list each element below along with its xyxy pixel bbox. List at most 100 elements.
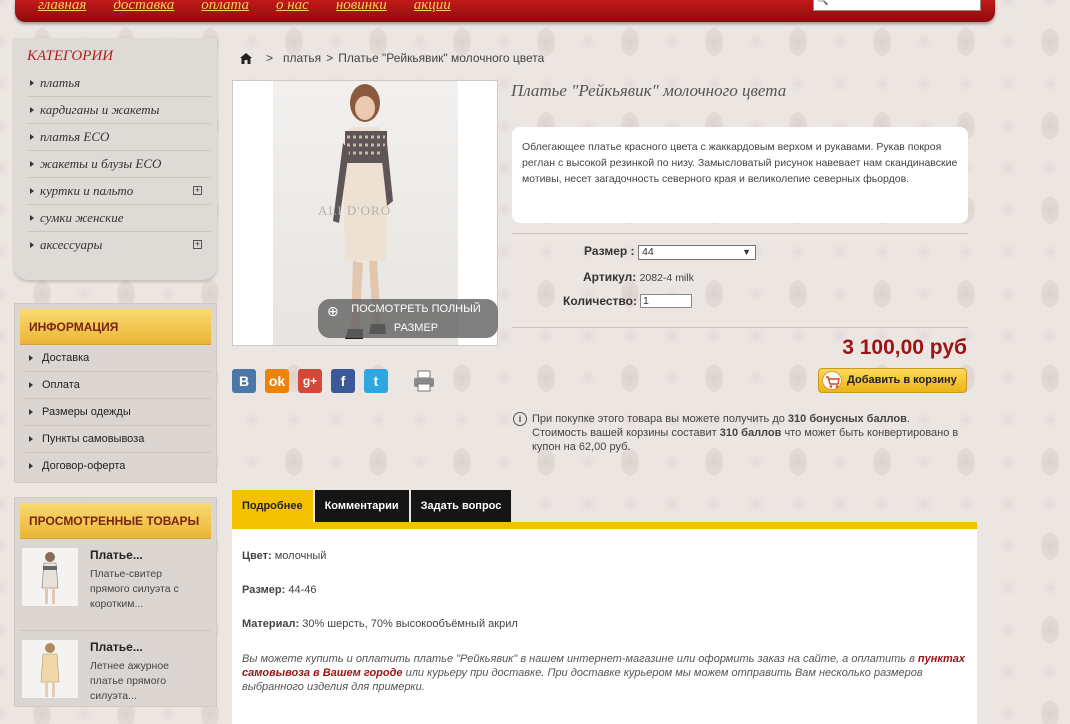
dropdown-arrow-icon: ▼	[742, 247, 751, 257]
product-title: Платье "Рейкьявик" молочного цвета	[511, 81, 787, 100]
expand-plus-icon[interactable]: +	[193, 186, 202, 195]
viewed-products-panel: ПРОСМОТРЕННЫЕ ТОВАРЫ Платье... Платье-св…	[14, 497, 217, 707]
detail-color-value: молочный	[271, 550, 327, 562]
detail-material: Материал: 30% шерсть, 70% высокообъёмный…	[242, 618, 967, 632]
sku-label-text: Артикул:	[583, 270, 637, 284]
category-label: кардиганы и жакеты	[40, 102, 160, 117]
breadcrumb-separator: >	[326, 51, 334, 65]
nav-new[interactable]: новинки	[336, 0, 387, 14]
nav-about[interactable]: о нас	[276, 0, 309, 14]
category-label: аксессуары	[40, 237, 103, 252]
category-item[interactable]: кардиганы и жакеты	[28, 97, 211, 124]
category-label: сумки женские	[40, 210, 124, 225]
category-label: платья ECO	[40, 129, 110, 144]
breadcrumb-separator: >	[266, 51, 274, 65]
info-link[interactable]: Доставка	[25, 345, 211, 372]
quantity-label: Количество:	[563, 294, 637, 308]
bonus-info: i При покупке этого товара вы можете пол…	[512, 412, 968, 454]
search-input[interactable]: 🔍	[813, 0, 981, 11]
category-item[interactable]: платья	[28, 70, 211, 97]
full-size-button[interactable]: ⊕ ПОСМОТРЕТЬ ПОЛНЫЙ РАЗМЕР	[318, 299, 498, 338]
nav-delivery[interactable]: доставка	[113, 0, 174, 14]
viewed-item-title[interactable]: Платье...	[90, 640, 143, 654]
sku-label: Артикул: 2082-4 milk	[583, 270, 694, 284]
home-icon[interactable]	[240, 52, 252, 64]
breadcrumb: > платья > Платье "Рейкьявик" молочного …	[240, 51, 544, 65]
viewed-item-title[interactable]: Платье...	[90, 548, 143, 562]
tab-comments[interactable]: Комментарии	[314, 490, 409, 522]
detail-material-label: Материал:	[242, 618, 300, 630]
viewed-thumbnail[interactable]	[21, 547, 79, 607]
product-tabs: Подробнее Комментарии Задать вопрос	[232, 490, 513, 522]
product-description: Облегающее платье красного цвета с жакка…	[512, 127, 968, 223]
category-label: куртки и пальто	[40, 183, 134, 198]
category-item[interactable]: аксессуары +	[28, 232, 211, 259]
detail-color-label: Цвет:	[242, 550, 272, 562]
info-panel: ИНФОРМАЦИЯ Доставка Оплата Размеры одежд…	[14, 303, 217, 483]
categories-panel: КАТЕГОРИИ платья кардиганы и жакеты плат…	[14, 38, 217, 280]
product-price: 3 100,00 руб	[842, 336, 967, 359]
add-to-cart-button[interactable]: Добавить в корзину	[818, 368, 967, 393]
breadcrumb-current: Платье "Рейкьявик" молочного цвета	[338, 51, 545, 65]
info-link[interactable]: Оплата	[25, 372, 211, 399]
category-label: жакеты и блузы ECO	[40, 156, 162, 171]
detail-size-value: 44-46	[285, 584, 317, 596]
viewed-title: ПРОСМОТРЕННЫЕ ТОВАРЫ	[20, 503, 211, 539]
tab-content: Цвет: молочный Размер: 44-46 Материал: 3…	[232, 529, 977, 724]
vk-share-icon[interactable]: B	[232, 369, 256, 393]
purchase-note: Вы можете купить и оплатить платье "Рейк…	[242, 652, 967, 694]
twitter-share-icon[interactable]: t	[364, 369, 388, 393]
sku-value: 2082-4 milk	[639, 272, 694, 284]
social-share: B ok g+ f t	[232, 369, 445, 393]
viewed-item[interactable]: Платье... Платье-свитер прямого силуэта …	[20, 547, 211, 631]
info-link[interactable]: Размеры одежды	[25, 399, 211, 426]
size-select-value: 44	[642, 246, 654, 258]
detail-color: Цвет: молочный	[242, 550, 967, 564]
search-icon[interactable]: 🔍	[816, 0, 828, 6]
category-item[interactable]: сумки женские	[28, 205, 211, 232]
quantity-input[interactable]: 1	[640, 294, 692, 308]
category-item[interactable]: платья ECO	[28, 124, 211, 151]
tab-details[interactable]: Подробнее	[232, 490, 313, 522]
viewed-item-desc: Платье-свитер прямого силуэта с коротким…	[90, 568, 179, 610]
bonus-text-1: При покупке этого товара вы можете получ…	[532, 413, 788, 425]
info-title: ИНФОРМАЦИЯ	[20, 309, 211, 345]
google-plus-share-icon[interactable]: g+	[298, 369, 322, 393]
top-nav-bar: главная доставка оплата о нас новинки ак…	[15, 0, 995, 22]
tab-ask-question[interactable]: Задать вопрос	[410, 490, 512, 522]
main-nav: главная доставка оплата о нас новинки ак…	[38, 0, 478, 14]
viewed-thumbnail[interactable]	[21, 639, 79, 699]
bonus-text-1-end: .	[906, 413, 910, 425]
info-icon: i	[513, 412, 527, 426]
bonus-text-2: Стоимость вашей корзины составит	[532, 427, 720, 439]
info-link[interactable]: Пункты самовывоза	[25, 426, 211, 453]
expand-plus-icon[interactable]: +	[193, 240, 202, 249]
detail-material-value: 30% шерсть, 70% высокообъёмный акрил	[299, 618, 518, 630]
nav-home[interactable]: главная	[38, 0, 86, 14]
category-item[interactable]: куртки и пальто +	[28, 178, 211, 205]
print-icon[interactable]	[412, 369, 436, 393]
nav-sales[interactable]: акции	[414, 0, 451, 14]
cart-icon	[822, 371, 842, 390]
viewed-item-desc: Летнее ажурное платье прямого силуэта...	[90, 660, 170, 702]
divider	[512, 327, 968, 328]
size-label: Размер :	[584, 244, 635, 258]
breadcrumb-category[interactable]: платья	[283, 51, 321, 65]
detail-size-label: Размер:	[242, 584, 286, 596]
facebook-share-icon[interactable]: f	[331, 369, 355, 393]
nav-payment[interactable]: оплата	[201, 0, 249, 14]
divider	[512, 233, 968, 234]
full-size-label: ПОСМОТРЕТЬ ПОЛНЫЙ РАЗМЕР	[351, 303, 481, 334]
info-link[interactable]: Договор-оферта	[25, 453, 211, 480]
add-to-cart-label: Добавить в корзину	[847, 374, 957, 386]
detail-size: Размер: 44-46	[242, 584, 967, 598]
odnoklassniki-share-icon[interactable]: ok	[265, 369, 289, 393]
note-text: Вы можете купить и оплатить платье "Рейк…	[242, 653, 918, 665]
category-item[interactable]: жакеты и блузы ECO	[28, 151, 211, 178]
tab-underline	[232, 522, 977, 529]
bonus-points: 310 бонусных баллов	[787, 413, 907, 425]
cart-points: 310 баллов	[719, 427, 782, 439]
size-select[interactable]: 44 ▼	[638, 245, 756, 260]
categories-title: КАТЕГОРИИ	[27, 48, 114, 64]
viewed-item[interactable]: Платье... Летнее ажурное платье прямого …	[20, 639, 211, 723]
